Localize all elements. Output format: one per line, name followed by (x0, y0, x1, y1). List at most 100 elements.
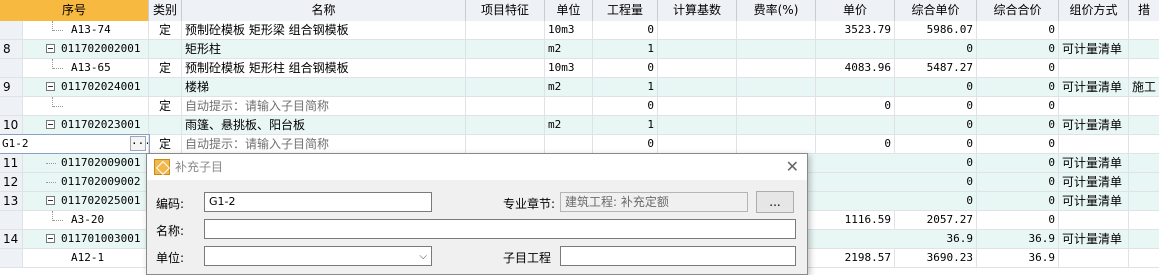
row-rate (737, 97, 816, 115)
row-seq: 9 (0, 78, 23, 96)
row-price: 2198.57 (816, 249, 895, 267)
table-row[interactable]: 10 011702023001 雨篷、悬挑板、阳台板 m2 1 0 0 可计量清… (0, 116, 1159, 135)
row-code: A12-1 (68, 249, 149, 267)
col-header-unit[interactable]: 单位 (545, 0, 593, 21)
col-header-rate[interactable]: 费率(%) (737, 0, 816, 21)
row-method (1059, 249, 1129, 267)
row-method: 可计量清单 (1059, 78, 1129, 96)
name-label: 名称: (156, 224, 185, 238)
row-method: 可计量清单 (1059, 192, 1129, 210)
row-name-hint[interactable]: 自动提示：请输入子目简称 (182, 135, 466, 153)
row-method (1059, 59, 1129, 77)
row-seq: 8 (0, 40, 23, 58)
seq-edit-input[interactable]: G1-2 ··· (0, 134, 150, 154)
table-row[interactable]: A13-74 定 预制砼模板 矩形梁 组合钢模板 10m3 0 3523.79 … (0, 21, 1159, 40)
collapse-toggle-icon[interactable] (46, 120, 55, 129)
unit-select[interactable]: ⌵ (204, 246, 432, 266)
collapse-toggle-icon[interactable] (46, 234, 55, 243)
col-header-unit-price[interactable]: 综合单价 (895, 0, 977, 21)
sub-item-input[interactable] (560, 246, 796, 266)
row-name: 雨篷、悬挑板、阳台板 (182, 116, 466, 134)
row-type: 定 (149, 21, 182, 39)
row-total: 0 (977, 97, 1059, 115)
table-row[interactable]: G1-2 ··· 定 自动提示：请输入子目简称 0 0 0 0 (0, 134, 1159, 154)
row-unit (545, 135, 593, 153)
row-price (816, 40, 895, 58)
dialog-title: 补充子目 (175, 160, 224, 174)
row-code (68, 97, 149, 115)
row-code: 011702023001 (58, 116, 149, 134)
chapter-field[interactable]: 建筑工程: 补充定额 (560, 192, 748, 212)
row-name-hint[interactable]: 自动提示：请输入子目简称 (182, 97, 466, 115)
col-header-price[interactable]: 单价 (816, 0, 895, 21)
row-feature (466, 135, 545, 153)
row-measure (1129, 135, 1159, 153)
row-name: 矩形柱 (182, 40, 466, 58)
row-measure (1129, 154, 1159, 172)
supplement-item-dialog: 补充子目 ✕ 编码: G1-2 专业章节: 建筑工程: 补充定额 ... 名称:… (146, 153, 808, 275)
row-rate (737, 78, 816, 96)
row-base (658, 116, 737, 134)
table-row[interactable]: 9 011702024001 楼梯 m2 1 0 0 可计量清单 施工 (0, 78, 1159, 97)
row-type: 定 (149, 135, 182, 153)
row-unit-price: 2057.27 (895, 211, 977, 229)
row-measure (1129, 40, 1159, 58)
collapse-toggle-icon[interactable] (46, 196, 55, 205)
row-rate (737, 116, 816, 134)
row-code: 011702024001 (58, 78, 149, 96)
row-measure (1129, 97, 1159, 115)
col-header-method[interactable]: 组价方式 (1059, 0, 1129, 21)
row-qty: 0 (593, 21, 658, 39)
row-name: 预制砼模板 矩形梁 组合钢模板 (182, 21, 466, 39)
row-measure (1129, 116, 1159, 134)
row-total: 0 (977, 154, 1059, 172)
row-qty: 0 (593, 135, 658, 153)
row-type (149, 40, 182, 58)
table-row[interactable]: 定 自动提示：请输入子目简称 0 0 0 0 (0, 97, 1159, 116)
close-icon[interactable]: ✕ (786, 157, 799, 177)
row-unit (545, 97, 593, 115)
browse-button[interactable]: ··· (130, 136, 148, 151)
row-method (1059, 21, 1129, 39)
row-unit: m2 (545, 116, 593, 134)
collapse-toggle-icon[interactable] (46, 82, 55, 91)
row-base (658, 135, 737, 153)
row-total: 0 (977, 78, 1059, 96)
row-measure: 施工 (1132, 80, 1157, 94)
row-seq: 13 (0, 192, 23, 210)
row-total: 0 (977, 59, 1059, 77)
col-header-total[interactable]: 综合合价 (977, 0, 1059, 21)
row-name: 楼梯 (182, 78, 466, 96)
col-header-measure[interactable]: 措 (1129, 0, 1159, 21)
row-total: 0 (977, 40, 1059, 58)
row-unit-price: 0 (895, 78, 977, 96)
chapter-browse-button[interactable]: ... (756, 191, 794, 213)
chapter-value: 建筑工程: 补充定额 (565, 195, 669, 209)
table-row[interactable]: 8 011702002001 矩形柱 m2 1 0 0 可计量清单 (0, 40, 1159, 59)
collapse-toggle-icon[interactable] (46, 44, 55, 53)
row-qty: 0 (593, 97, 658, 115)
col-header-feature[interactable]: 项目特征 (466, 0, 545, 21)
code-input[interactable]: G1-2 (204, 192, 432, 212)
col-header-type[interactable]: 类别 (149, 0, 182, 21)
name-input[interactable] (204, 219, 796, 239)
table-row[interactable]: A13-65 定 预制砼模板 矩形柱 组合钢模板 10m3 0 4083.96 … (0, 59, 1159, 78)
dialog-titlebar[interactable]: 补充子目 ✕ (147, 154, 807, 180)
row-feature (466, 97, 545, 115)
row-unit: 10m3 (545, 21, 593, 39)
row-unit-price: 0 (895, 173, 977, 191)
row-seq (0, 97, 23, 115)
row-price: 1116.59 (816, 211, 895, 229)
col-header-name[interactable]: 名称 (182, 0, 466, 21)
code-value: G1-2 (209, 195, 236, 208)
col-header-base[interactable]: 计算基数 (658, 0, 737, 21)
row-unit: m2 (545, 78, 593, 96)
row-base (658, 78, 737, 96)
row-unit-price: 5986.07 (895, 21, 977, 39)
col-header-qty[interactable]: 工程量 (593, 0, 658, 21)
col-header-seq[interactable]: 序号 (0, 0, 149, 21)
row-qty: 1 (593, 78, 658, 96)
dialog-app-icon (154, 159, 170, 175)
row-price (816, 116, 895, 134)
row-method (1059, 97, 1129, 115)
